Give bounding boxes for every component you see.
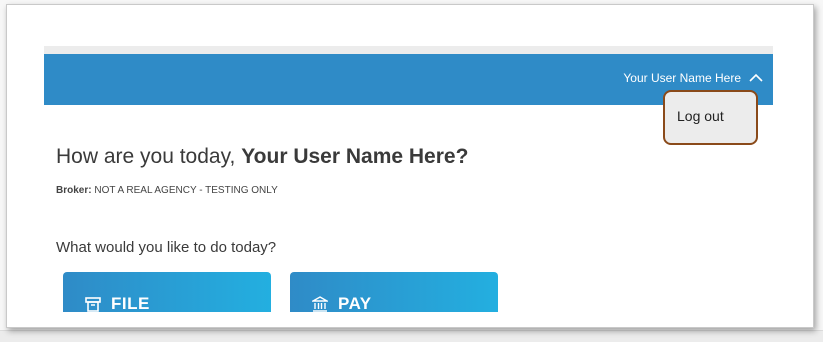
logout-menu-item[interactable]: Log out: [677, 108, 724, 124]
greeting-user-name: Your User Name Here?: [241, 145, 469, 168]
bottom-strip: [0, 330, 823, 342]
file-button[interactable]: FILE: [63, 272, 271, 312]
user-menu-toggle[interactable]: Your User Name Here: [623, 71, 763, 85]
broker-value: NOT A REAL AGENCY - TESTING ONLY: [91, 185, 278, 196]
pay-button[interactable]: PAY: [290, 272, 498, 312]
page-greeting: How are you today, Your User Name Here?: [56, 145, 468, 169]
broker-label: Broker:: [56, 185, 92, 196]
broker-info: Broker: NOT A REAL AGENCY - TESTING ONLY: [56, 185, 278, 196]
chevron-up-icon: [749, 73, 763, 82]
pay-button-label: PAY: [338, 294, 372, 312]
file-icon: [85, 297, 101, 312]
file-button-label: FILE: [111, 294, 150, 312]
action-prompt: What would you like to do today?: [56, 239, 277, 256]
top-gray-strip: [44, 46, 773, 54]
header-user-name: Your User Name Here: [623, 71, 741, 85]
bank-icon: [312, 296, 328, 312]
greeting-prefix: How are you today,: [56, 145, 242, 168]
user-dropdown-menu: Log out: [663, 90, 758, 145]
